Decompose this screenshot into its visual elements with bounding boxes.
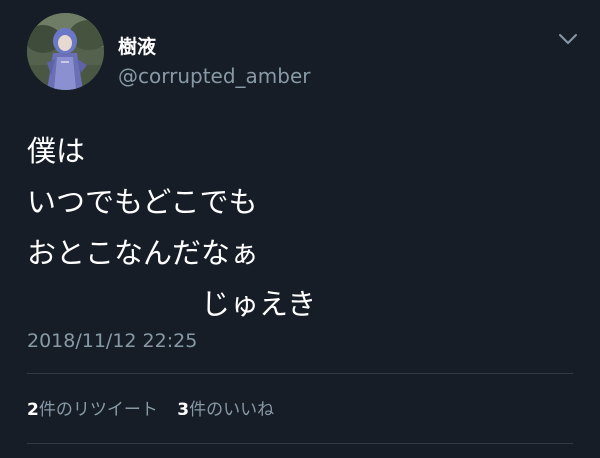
tweet-stats: 2件のリツイート 3件のいいね: [27, 398, 288, 422]
retweets-count: 2: [27, 400, 39, 420]
avatar-image: [27, 13, 104, 90]
retweets-stat[interactable]: 2件のリツイート: [27, 398, 158, 422]
likes-stat[interactable]: 3件のいいね: [177, 398, 274, 422]
tweet-header: 樹液 @corrupted_amber: [27, 13, 587, 93]
tweet-timestamp[interactable]: 2018/11/12 22:25: [27, 329, 197, 353]
tweet-text: 僕は いつでもどこでも おとこなんだなぁ じゅえき: [27, 126, 567, 330]
tweet-line: おとこなんだなぁ: [27, 236, 260, 270]
retweets-label: 件のリツイート: [38, 400, 158, 420]
tweet-line: 僕は: [27, 134, 86, 168]
avatar[interactable]: [27, 13, 104, 90]
tweet-line: いつでもどこでも: [27, 185, 258, 219]
likes-label: 件のいいね: [189, 400, 275, 420]
display-name[interactable]: 樹液: [118, 38, 156, 57]
tweet-line: じゅえき: [27, 287, 317, 321]
user-handle[interactable]: @corrupted_amber: [118, 66, 311, 86]
likes-count: 3: [177, 400, 190, 420]
divider: [27, 443, 573, 444]
chevron-down-icon[interactable]: [557, 28, 579, 50]
divider: [27, 373, 573, 374]
